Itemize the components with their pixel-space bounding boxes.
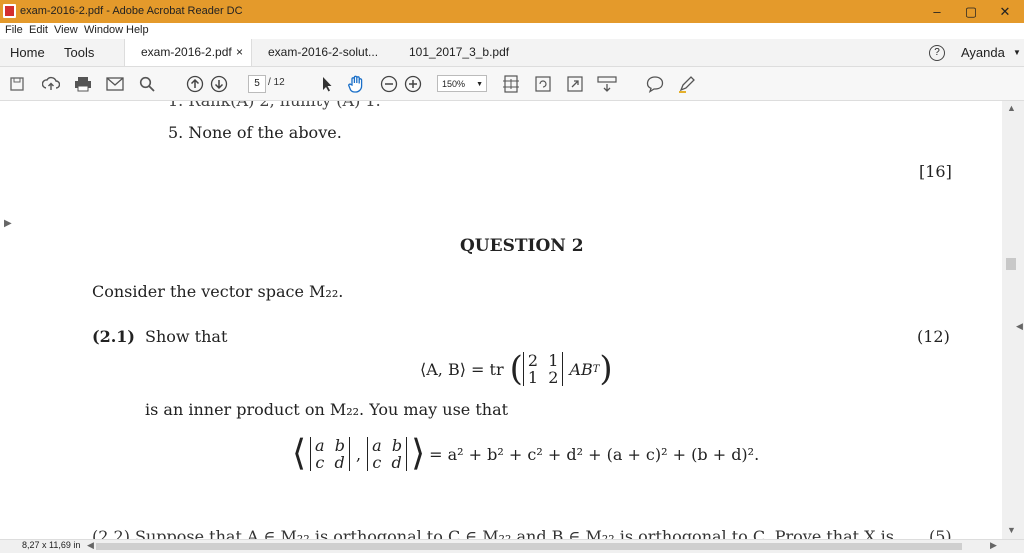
tab-label: exam-2016-2.pdf bbox=[141, 45, 232, 59]
zoom-in-icon[interactable] bbox=[402, 73, 424, 95]
email-icon[interactable] bbox=[104, 73, 126, 95]
q21-marks: (12) bbox=[917, 327, 950, 346]
q21-text: Show that bbox=[145, 327, 228, 346]
full-screen-icon[interactable] bbox=[564, 73, 586, 95]
main-toolbar: 5 / 12 150% ▼ bbox=[0, 67, 1024, 101]
tab-bar: Home Tools exam-2016-2.pdf × exam-2016-2… bbox=[0, 39, 1024, 67]
title-bar: exam-2016-2.pdf - Adobe Acrobat Reader D… bbox=[0, 0, 1024, 23]
scrollbar-thumb[interactable] bbox=[1006, 258, 1016, 270]
intro-text: Consider the vector space M₂₂. bbox=[92, 282, 344, 301]
minimize-button[interactable]: – bbox=[922, 3, 952, 21]
menu-bar: File Edit View Window Help bbox=[0, 23, 1024, 39]
scroll-right-icon[interactable]: ▶ bbox=[990, 540, 997, 551]
left-panel-toggle-icon[interactable]: ▶ bbox=[4, 218, 12, 229]
search-icon[interactable] bbox=[136, 73, 158, 95]
formula2-right: = a² + b² + c² + d² + (a + c)² + (b + d)… bbox=[429, 444, 760, 464]
select-cursor-icon[interactable] bbox=[316, 73, 338, 95]
clipped-text-bottom: (2.2) Suppose that A ∈ M₂₂ is orthogonal… bbox=[92, 527, 894, 539]
close-window-button[interactable]: ✕ bbox=[990, 3, 1020, 21]
save-icon[interactable] bbox=[6, 73, 28, 95]
question-title: QUESTION 2 bbox=[460, 236, 584, 256]
print-icon[interactable] bbox=[72, 73, 94, 95]
upload-cloud-icon[interactable] bbox=[40, 73, 62, 95]
highlight-pen-icon[interactable] bbox=[676, 73, 698, 95]
chevron-down-icon[interactable]: ▼ bbox=[1013, 48, 1021, 57]
menu-help[interactable]: Help bbox=[126, 24, 149, 36]
next-page-icon[interactable] bbox=[208, 73, 230, 95]
scroll-up-icon[interactable]: ▲ bbox=[1007, 103, 1016, 113]
clipped-marks-bottom: (5) bbox=[929, 527, 952, 539]
zoom-out-icon[interactable] bbox=[378, 73, 400, 95]
horizontal-scrollbar[interactable]: 8,27 x 11,69 in ◀ ▶ bbox=[0, 539, 1024, 553]
help-icon[interactable]: ? bbox=[929, 45, 945, 61]
previous-page-icon[interactable] bbox=[184, 73, 206, 95]
scroll-down-icon[interactable]: ▼ bbox=[1007, 525, 1016, 535]
acrobat-app-icon bbox=[3, 4, 16, 18]
inner-product-text: is an inner product on M₂₂. You may use … bbox=[145, 400, 509, 419]
tab-exam-2016-2-solut[interactable]: exam-2016-2-solut... bbox=[268, 39, 378, 66]
page-number-input[interactable]: 5 bbox=[248, 75, 266, 93]
menu-file[interactable]: File bbox=[5, 24, 23, 36]
marks-total: [16] bbox=[919, 162, 952, 181]
page-size-label: 8,27 x 11,69 in bbox=[22, 540, 81, 550]
menu-window[interactable]: Window bbox=[84, 24, 123, 36]
pdf-document-view[interactable]: ▶ 1. Rank(A) 2, nullity (A) 1. 5. None o… bbox=[0, 101, 1002, 539]
formula-norm-expansion: ⟨ a b c d , a b c d ⟩ = a² + b² + c² + d… bbox=[292, 433, 760, 474]
formula1-sup: T bbox=[592, 363, 600, 375]
read-mode-icon[interactable] bbox=[596, 73, 618, 95]
zoom-level-value: 150% bbox=[442, 79, 466, 89]
comment-icon[interactable] bbox=[644, 73, 666, 95]
scroll-left-icon[interactable]: ◀ bbox=[87, 540, 94, 551]
q21-label: (2.1) bbox=[92, 327, 135, 346]
matrix-abcd-1: a b c d bbox=[310, 437, 351, 471]
formula-inner-product-definition: ⟨A, B⟩ = tr ( 2 1 1 2 AB T ) bbox=[420, 349, 613, 389]
user-account-menu[interactable]: Ayanda bbox=[961, 39, 1005, 66]
tab-exam-2016-2[interactable]: exam-2016-2.pdf × bbox=[124, 39, 252, 66]
menu-edit[interactable]: Edit bbox=[29, 24, 48, 36]
tab-close-icon[interactable]: × bbox=[236, 39, 243, 66]
tab-home[interactable]: Home bbox=[10, 39, 45, 66]
chevron-down-icon: ▼ bbox=[476, 81, 483, 88]
rotate-icon[interactable] bbox=[532, 73, 554, 95]
matrix-abcd-2: a b c d bbox=[367, 437, 408, 471]
right-panel-toggle-icon[interactable]: ◀ bbox=[1016, 321, 1023, 332]
option-5: 5. None of the above. bbox=[168, 123, 342, 142]
vertical-scrollbar[interactable]: ▲ ◀ ▼ bbox=[1002, 101, 1024, 539]
hand-tool-icon[interactable] bbox=[346, 73, 368, 95]
matrix-2x2: 2 1 1 2 bbox=[522, 352, 564, 386]
formula1-right: AB bbox=[569, 359, 593, 379]
zoom-level-select[interactable]: 150% ▼ bbox=[437, 75, 487, 92]
menu-view[interactable]: View bbox=[54, 24, 78, 36]
window-title: exam-2016-2.pdf - Adobe Acrobat Reader D… bbox=[20, 5, 243, 17]
formula1-left: ⟨A, B⟩ = tr bbox=[420, 359, 504, 379]
tab-tools[interactable]: Tools bbox=[64, 39, 94, 66]
tab-101-2017-3-b[interactable]: 101_2017_3_b.pdf bbox=[409, 39, 509, 66]
page-total: / 12 bbox=[268, 77, 285, 88]
clipped-text-top: 1. Rank(A) 2, nullity (A) 1. bbox=[168, 101, 381, 110]
restore-button[interactable]: ▢ bbox=[956, 3, 986, 21]
scrollbar-thumb-horizontal[interactable] bbox=[96, 543, 962, 550]
fit-page-icon[interactable] bbox=[500, 73, 522, 95]
